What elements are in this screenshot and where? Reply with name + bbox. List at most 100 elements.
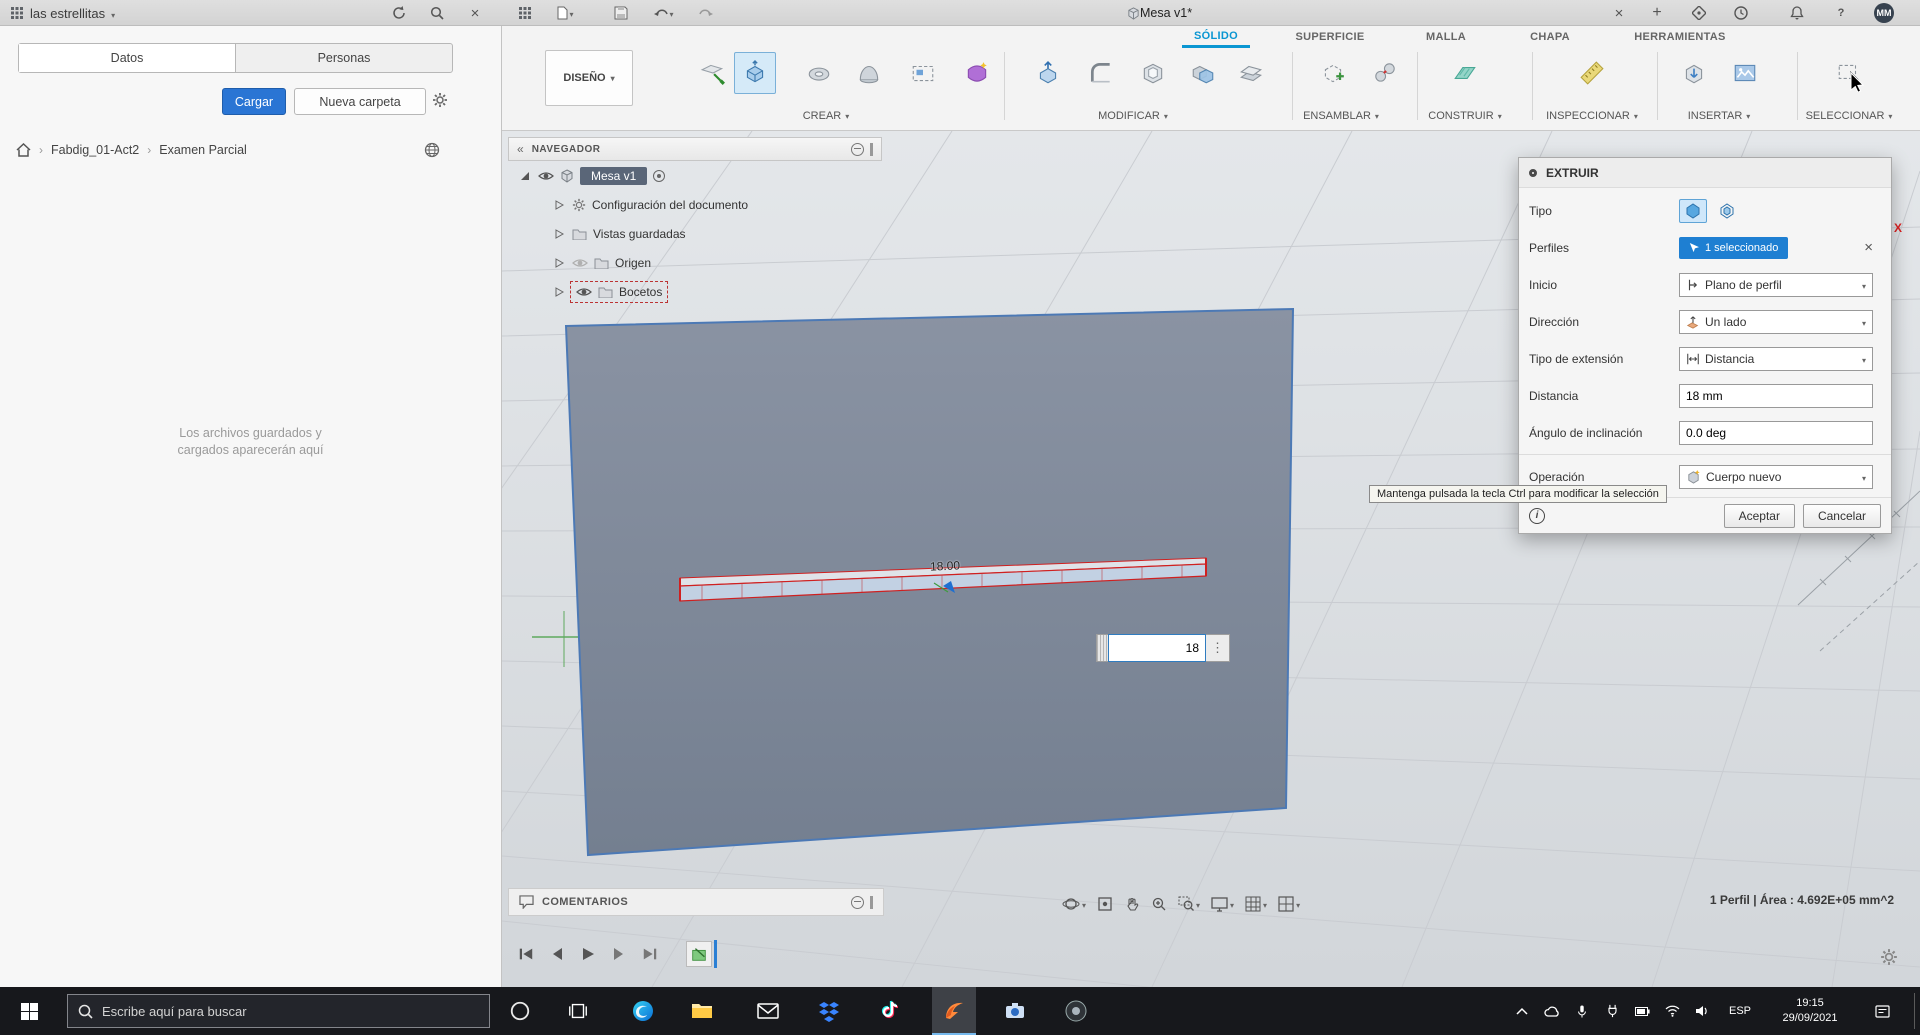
tree-item-label[interactable]: Bocetos	[619, 285, 662, 299]
app-launcher-icon[interactable]	[2, 0, 32, 26]
upload-button[interactable]: Cargar	[222, 88, 286, 115]
expand-arrow-icon[interactable]	[552, 257, 566, 268]
expand-arrow-icon[interactable]	[552, 199, 566, 210]
sketches-selection[interactable]: Bocetos	[569, 280, 669, 303]
pattern-button[interactable]	[902, 52, 944, 94]
joint-button[interactable]	[1364, 52, 1406, 94]
dock-handle-icon[interactable]	[870, 142, 873, 156]
extrude-button[interactable]	[734, 52, 776, 94]
zoom-window-button[interactable]	[1174, 890, 1204, 918]
tree-item-label[interactable]: Configuración del documento	[592, 198, 748, 212]
play-button[interactable]	[576, 941, 600, 967]
shell-button[interactable]	[1132, 52, 1174, 94]
charging-plug-icon[interactable]	[1598, 987, 1626, 1035]
extensions-icon[interactable]	[1684, 0, 1714, 26]
direccion-select[interactable]: Un lado	[1679, 309, 1873, 334]
job-status-icon[interactable]	[1726, 0, 1756, 26]
design-menu-button[interactable]: DISEÑO	[545, 50, 633, 106]
tab-malla[interactable]: MALLA	[1418, 26, 1474, 48]
tiktok-icon[interactable]	[868, 987, 912, 1035]
create-form-button[interactable]	[956, 52, 998, 94]
onedrive-cloud-icon[interactable]	[1538, 987, 1566, 1035]
tree-item-document-settings[interactable]: Configuración del documento	[508, 190, 882, 219]
activate-component-icon[interactable]	[653, 169, 666, 182]
dock-handle-icon[interactable]	[870, 895, 873, 909]
close-panel-icon[interactable]	[460, 0, 490, 26]
collapse-browser-icon[interactable]	[517, 142, 524, 156]
info-icon[interactable]	[1529, 507, 1545, 524]
group-label-ensamblar[interactable]: ENSAMBLAR	[1276, 110, 1406, 122]
expand-arrow-icon[interactable]	[552, 286, 566, 297]
timeline-position-marker[interactable]	[714, 940, 717, 968]
tree-item-label[interactable]: Origen	[615, 256, 651, 270]
group-label-modificar[interactable]: MODIFICAR	[1068, 110, 1198, 122]
file-menu-icon[interactable]	[546, 0, 584, 26]
go-to-start-button[interactable]	[514, 941, 538, 967]
camera-app-icon[interactable]	[993, 987, 1037, 1035]
root-component-label[interactable]: Mesa v1	[580, 166, 648, 185]
avatar[interactable]: MM	[1874, 3, 1894, 23]
fusion360-icon[interactable]	[932, 987, 976, 1035]
preferences-gear-icon[interactable]	[1880, 948, 1898, 966]
home-icon[interactable]	[16, 143, 31, 157]
tree-item-origin[interactable]: Origen	[508, 248, 882, 277]
expand-arrow-icon[interactable]	[518, 171, 532, 181]
cancel-button[interactable]: Cancelar	[1802, 503, 1881, 528]
timeline-sketch-feature[interactable]	[686, 941, 712, 967]
expand-arrow-icon[interactable]	[552, 228, 566, 239]
help-icon[interactable]	[1826, 0, 1856, 26]
drag-handle-icon[interactable]: ⋮	[1206, 634, 1230, 662]
taskbar-clock[interactable]: 19:15 29/09/2021	[1762, 987, 1858, 1035]
tree-item-sketches[interactable]: Bocetos	[508, 277, 882, 306]
group-label-crear[interactable]: CREAR	[761, 110, 891, 122]
tab-chapa[interactable]: CHAPA	[1522, 26, 1578, 48]
data-settings-gear-icon[interactable]	[432, 92, 448, 108]
show-desktop-strip[interactable]	[1914, 993, 1915, 1029]
extrude-type-solid-icon[interactable]	[1679, 198, 1707, 223]
profiles-selected-chip[interactable]: 1 seleccionado	[1679, 236, 1789, 259]
dropbox-icon[interactable]	[807, 987, 851, 1035]
start-button[interactable]	[0, 987, 58, 1035]
input-grip-icon[interactable]	[1096, 634, 1108, 662]
revolve-button[interactable]	[798, 52, 840, 94]
breadcrumb-folder[interactable]: Fabdig_01-Act2	[51, 143, 139, 157]
tree-item-named-views[interactable]: Vistas guardadas	[508, 219, 882, 248]
cortana-button[interactable]	[498, 987, 542, 1035]
search-input[interactable]	[102, 1003, 479, 1019]
accept-button[interactable]: Aceptar	[1723, 503, 1795, 528]
group-label-seleccionar[interactable]: SELECCIONAR	[1784, 110, 1914, 122]
hidden-icons-chevron[interactable]	[1508, 987, 1536, 1035]
operacion-select[interactable]: Cuerpo nuevo	[1679, 464, 1873, 489]
taper-angle-input[interactable]	[1679, 420, 1873, 445]
language-indicator[interactable]: ESP	[1720, 987, 1760, 1035]
group-label-inspeccionar[interactable]: INSPECCIONAR	[1527, 110, 1657, 122]
tree-item-label[interactable]: Vistas guardadas	[593, 227, 686, 241]
inicio-select[interactable]: Plano de perfil	[1679, 272, 1873, 297]
tab-datos[interactable]: Datos	[19, 44, 236, 72]
save-icon[interactable]	[606, 0, 636, 26]
volume-icon[interactable]	[1688, 987, 1716, 1035]
create-sketch-button[interactable]	[692, 52, 734, 94]
viewports-button[interactable]	[1274, 890, 1304, 918]
minimize-browser-icon[interactable]	[851, 142, 864, 156]
press-pull-button[interactable]	[1027, 52, 1069, 94]
dimension-input[interactable]	[1108, 634, 1206, 662]
tab-solido[interactable]: SÓLIDO	[1182, 26, 1250, 48]
action-center-icon[interactable]	[1862, 987, 1902, 1035]
project-selector[interactable]: las estrellitas	[30, 0, 115, 26]
browser-header[interactable]: NAVEGADOR	[508, 137, 882, 161]
visibility-eye-icon[interactable]	[576, 286, 592, 298]
step-forward-button[interactable]	[607, 941, 631, 967]
wifi-icon[interactable]	[1658, 987, 1686, 1035]
minimize-comments-icon[interactable]	[851, 895, 864, 909]
microphone-icon[interactable]	[1568, 987, 1596, 1035]
refresh-icon[interactable]	[384, 0, 414, 26]
edge-icon[interactable]	[621, 987, 665, 1035]
extension-select[interactable]: Distancia	[1679, 346, 1873, 371]
notifications-bell-icon[interactable]	[1782, 0, 1812, 26]
combine-button[interactable]	[1182, 52, 1224, 94]
construction-plane-button[interactable]	[1444, 52, 1486, 94]
search-icon[interactable]	[422, 0, 452, 26]
grid-settings-button[interactable]	[1241, 890, 1271, 918]
zoom-button[interactable]	[1147, 890, 1171, 918]
